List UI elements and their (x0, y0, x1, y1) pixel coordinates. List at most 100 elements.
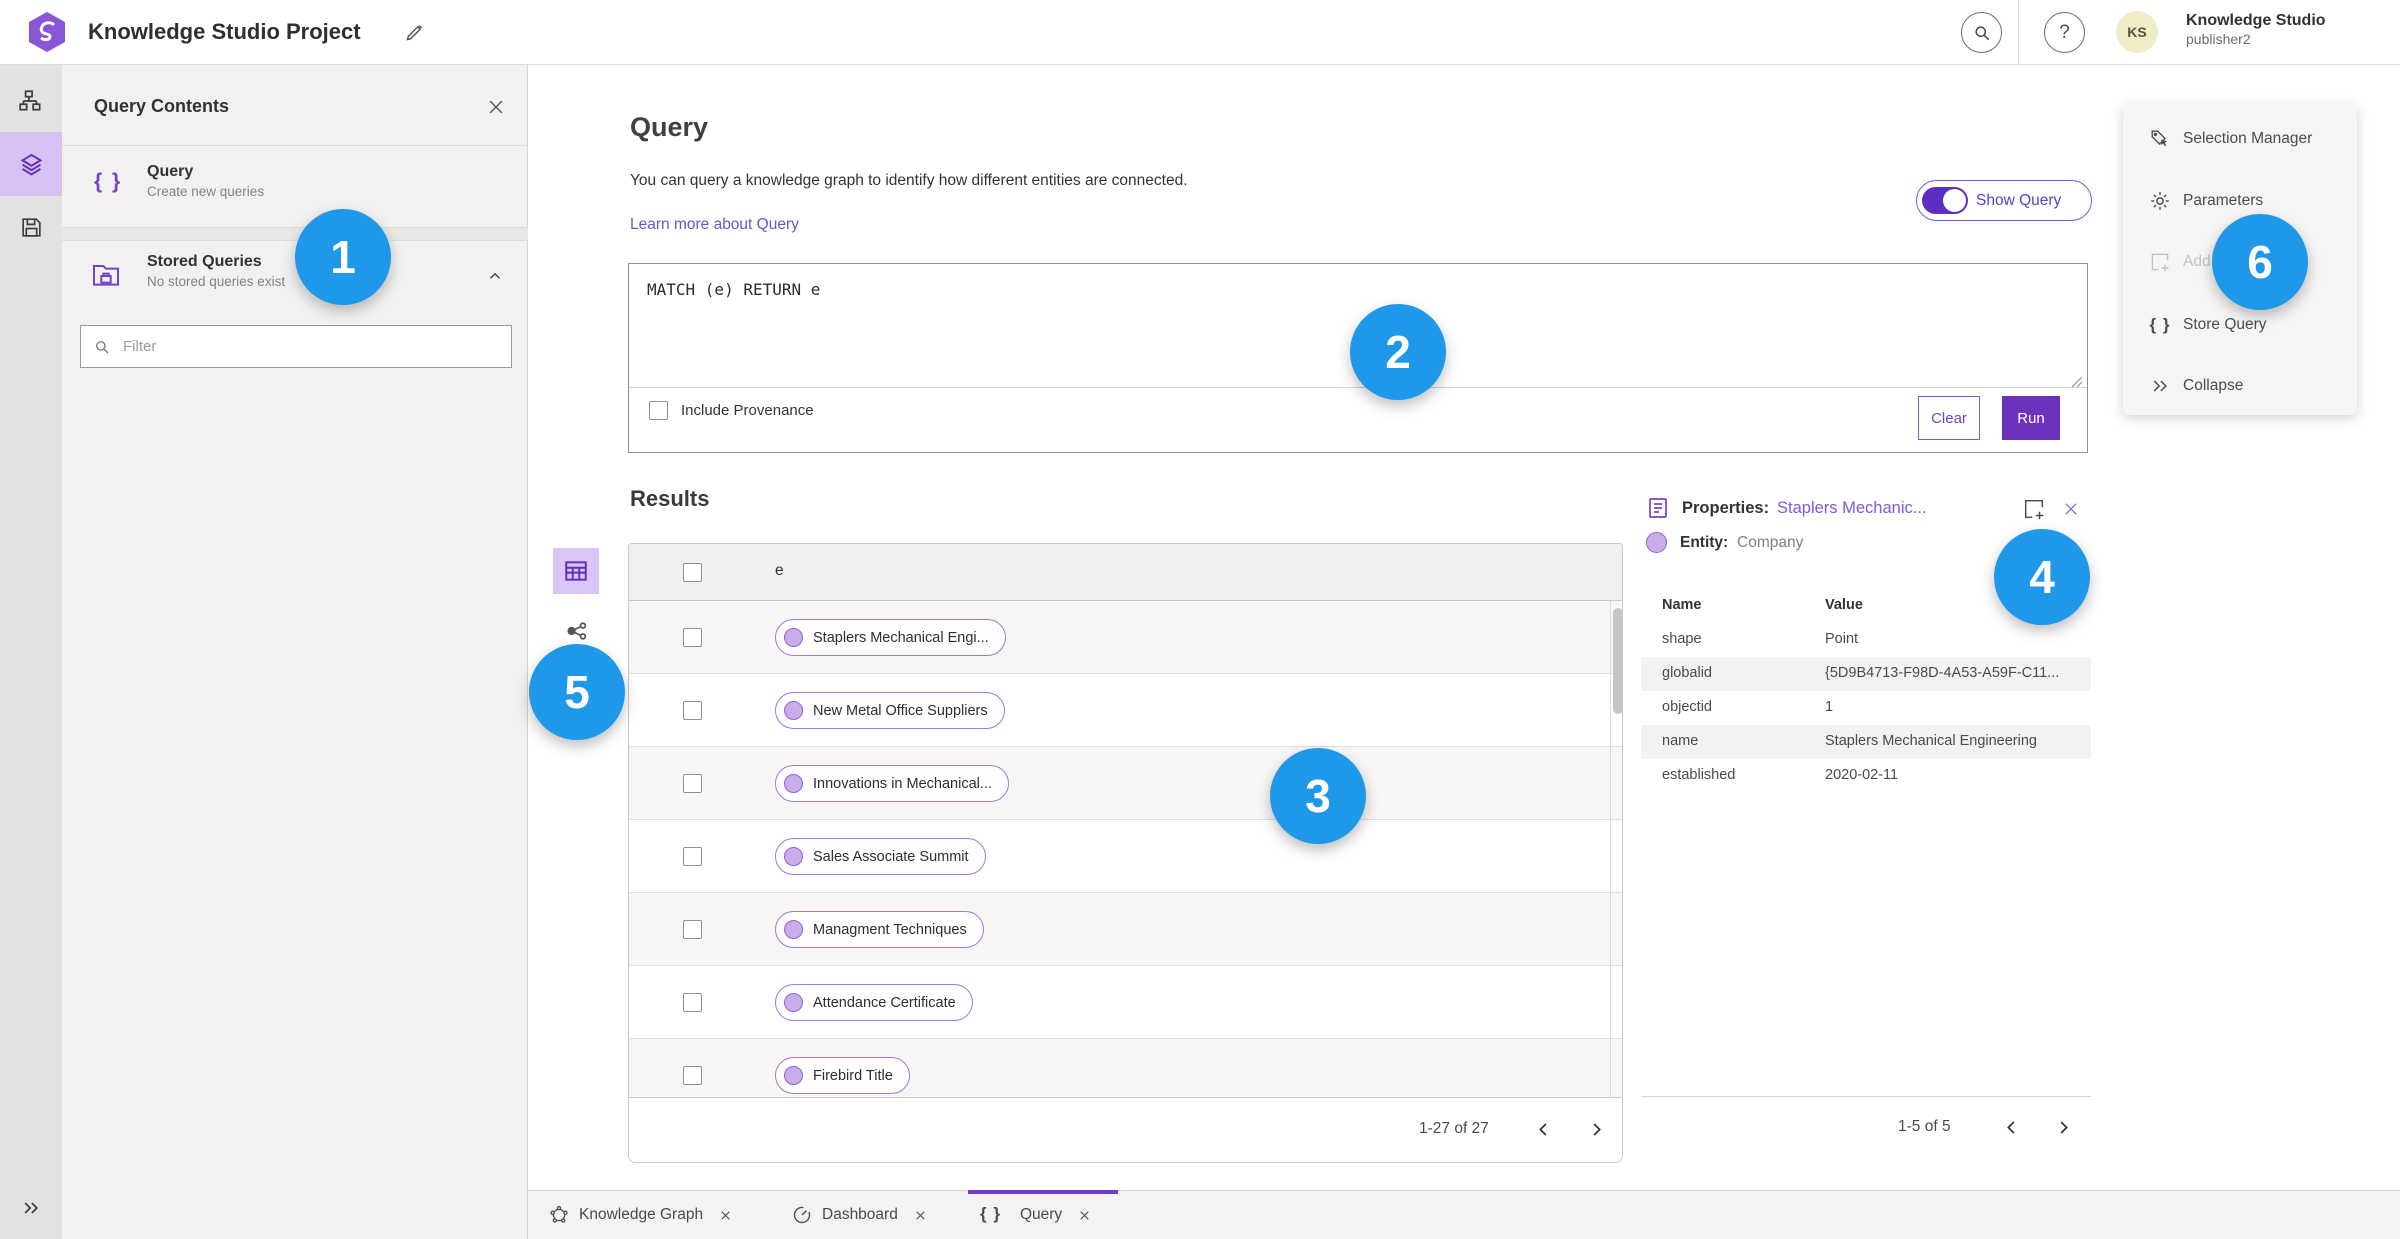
top-bar: Knowledge Studio Project ? KS Knowledge … (0, 0, 2400, 65)
selection-manager-item[interactable]: Selection Manager (2123, 119, 2357, 159)
scrollbar-track (1610, 601, 1611, 1098)
entity-chip[interactable]: New Metal Office Suppliers (775, 692, 1005, 729)
filter-input[interactable] (121, 337, 465, 356)
prev-page-icon[interactable] (2002, 1118, 2021, 1137)
search-icon (96, 340, 109, 353)
next-page-icon[interactable] (2054, 1118, 2073, 1137)
tab-query[interactable]: { } Query (968, 1190, 1118, 1239)
table-row[interactable]: New Metal Office Suppliers (629, 674, 1622, 747)
include-provenance-label: Include Provenance (681, 402, 814, 419)
panel-title: Query Contents (94, 96, 230, 116)
avatar[interactable]: KS (2116, 11, 2158, 53)
include-provenance-checkbox[interactable] (649, 401, 668, 420)
query-contents-item-query[interactable]: { } Query Create new queries (62, 146, 528, 227)
table-row[interactable]: Managment Techniques (629, 893, 1622, 966)
search-button[interactable] (1961, 12, 2002, 53)
entity-dot-icon (784, 1066, 803, 1085)
prev-page-icon[interactable] (1534, 1120, 1553, 1139)
close-tab-icon[interactable] (914, 1209, 927, 1222)
close-properties-icon[interactable] (2062, 500, 2080, 518)
close-panel-icon[interactable] (486, 97, 506, 117)
row-checkbox[interactable] (683, 701, 702, 720)
app-logo-icon[interactable] (26, 11, 68, 53)
results-pagination-bar: 1-27 of 27 (629, 1097, 1622, 1162)
toggle-knob (1943, 189, 1966, 212)
select-all-checkbox[interactable] (683, 563, 702, 582)
row-checkbox[interactable] (683, 628, 702, 647)
row-checkbox[interactable] (683, 847, 702, 866)
row-checkbox[interactable] (683, 993, 702, 1012)
column-header-e: e (775, 562, 784, 579)
user-role: publisher2 (2186, 31, 2251, 47)
annotation-circle-2: 2 (1350, 304, 1446, 400)
collapse-item[interactable]: Collapse (2123, 366, 2357, 406)
project-title: Knowledge Studio Project (88, 19, 361, 44)
entity-dot-icon (784, 774, 803, 793)
entity-chip[interactable]: Innovations in Mechanical... (775, 765, 1009, 802)
edit-title-icon[interactable] (404, 22, 425, 43)
row-checkbox[interactable] (683, 774, 702, 793)
braces-icon: { } (980, 1204, 1001, 1223)
scrollbar-thumb[interactable] (1613, 608, 1622, 714)
query-heading: Query (630, 112, 709, 142)
item-subtitle: Create new queries (147, 184, 265, 199)
parameters-item[interactable]: Parameters (2123, 181, 2357, 221)
add-to-new-window-icon[interactable] (2022, 497, 2046, 521)
gear-icon (2149, 190, 2171, 212)
knowledge-graph-icon (548, 1204, 570, 1226)
entity-chip[interactable]: Managment Techniques (775, 911, 984, 948)
braces-icon: { } (94, 170, 123, 193)
table-row[interactable]: Staplers Mechanical Engi... (629, 601, 1622, 674)
entity-dot-icon (784, 701, 803, 720)
entity-chip[interactable]: Staplers Mechanical Engi... (775, 619, 1006, 656)
learn-more-link[interactable]: Learn more about Query (630, 216, 799, 234)
expand-rail-icon[interactable] (0, 1184, 62, 1232)
show-query-toggle[interactable]: Show Query (1916, 180, 2092, 221)
query-text-input[interactable]: MATCH (e) RETURN e (647, 280, 820, 299)
table-row[interactable]: Sales Associate Summit (629, 820, 1622, 893)
left-icon-rail (0, 64, 62, 1239)
entity-chip[interactable]: Sales Associate Summit (775, 838, 986, 875)
user-info: Knowledge Studio publisher2 (2186, 11, 2326, 49)
data-model-icon[interactable] (0, 77, 62, 125)
annotation-circle-4: 4 (1994, 529, 2090, 625)
close-tab-icon[interactable] (1078, 1209, 1091, 1222)
filter-field[interactable] (80, 325, 512, 368)
entity-dot-icon (784, 993, 803, 1012)
editor-divider (629, 387, 2087, 388)
properties-entity-link[interactable]: Staplers Mechanic... (1777, 499, 1947, 518)
chevron-up-icon[interactable] (486, 267, 504, 285)
entity-chip[interactable]: Firebird Title (775, 1057, 910, 1094)
table-row[interactable]: Attendance Certificate (629, 966, 1622, 1039)
store-query-item[interactable]: { } Store Query (2123, 305, 2357, 345)
entity-dot-icon (784, 920, 803, 939)
help-button[interactable]: ? (2044, 12, 2085, 53)
property-row: globalid {5D9B4713-F98D-4A53-A59F-C11... (1641, 657, 2091, 691)
tab-dashboard[interactable]: Dashboard (791, 1191, 927, 1239)
property-row: established 2020-02-11 (1662, 767, 1899, 783)
table-view-button[interactable] (553, 548, 599, 594)
braces-icon: { } (2149, 315, 2171, 334)
link-chart-view-button[interactable] (564, 618, 590, 644)
row-checkbox[interactable] (683, 920, 702, 939)
table-row[interactable]: Innovations in Mechanical... (629, 747, 1622, 820)
property-row: name Staplers Mechanical Engineering (1641, 725, 2091, 759)
bottom-tab-bar: Knowledge Graph Dashboard { } Query (528, 1190, 2400, 1239)
entity-chip[interactable]: Attendance Certificate (775, 984, 973, 1021)
row-checkbox[interactable] (683, 1066, 702, 1085)
entity-dot-icon (784, 628, 803, 647)
run-button[interactable]: Run (2002, 396, 2060, 440)
save-icon[interactable] (0, 203, 62, 251)
layers-icon[interactable] (0, 140, 62, 188)
next-page-icon[interactable] (1587, 1120, 1606, 1139)
property-row: shape Point (1662, 631, 1859, 647)
toggle-switch (1922, 187, 1968, 214)
close-tab-icon[interactable] (719, 1209, 732, 1222)
clear-button[interactable]: Clear (1918, 396, 1980, 440)
properties-icon (1646, 496, 1670, 520)
dashboard-gauge-icon (791, 1204, 813, 1226)
tab-knowledge-graph[interactable]: Knowledge Graph (548, 1191, 732, 1239)
annotation-circle-5: 5 (529, 644, 625, 740)
item-title: Query (147, 163, 194, 180)
link-chart-icon (567, 622, 587, 640)
